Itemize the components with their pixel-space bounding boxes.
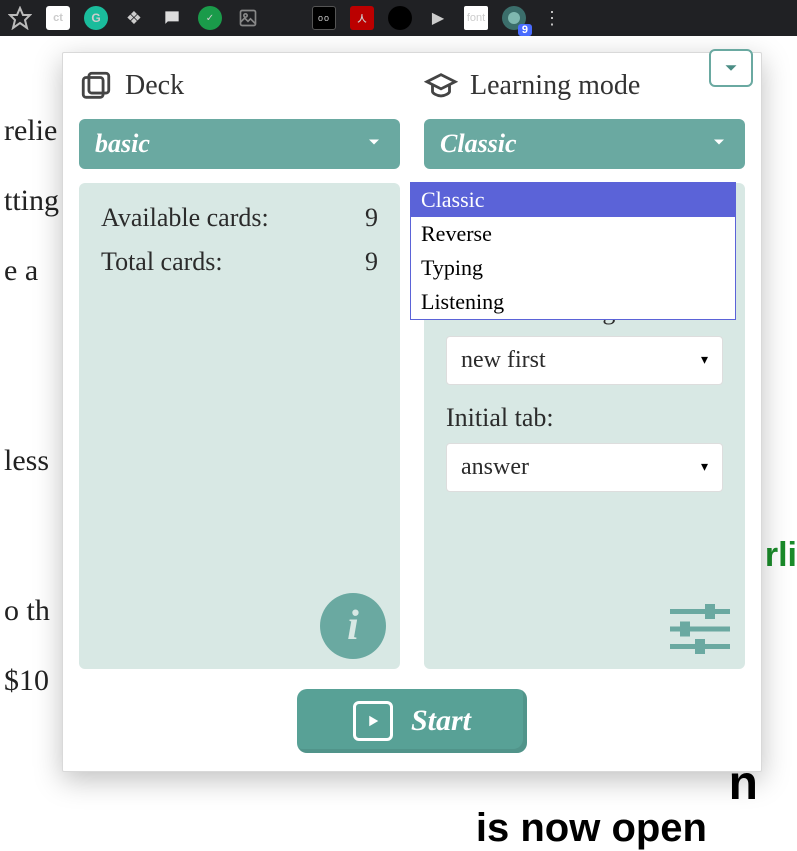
deck-title: Deck bbox=[125, 70, 184, 102]
total-cards-value: 9 bbox=[365, 247, 378, 277]
mode-option-classic[interactable]: Classic bbox=[411, 183, 735, 217]
total-cards-label: Total cards: bbox=[101, 247, 223, 277]
caret-down-icon: ▾ bbox=[701, 459, 708, 476]
settings-sliders-button[interactable] bbox=[669, 604, 731, 659]
deck-stats-panel: Available cards: 9 Total cards: 9 i bbox=[79, 183, 400, 669]
browser-toolbar: ct G ❖ ✓ oo 人 ▶ font 9 ⋮ bbox=[0, 0, 797, 36]
mode-header: Learning mode bbox=[424, 69, 745, 103]
flashcard-popup: Deck basic Available cards: 9 Total card… bbox=[62, 52, 762, 772]
mode-option-typing[interactable]: Typing bbox=[411, 251, 735, 285]
deck-icon bbox=[79, 69, 113, 103]
chevron-down-icon bbox=[364, 129, 384, 159]
mode-column: Learning mode Classic all ▾ Cards sortin… bbox=[424, 69, 745, 669]
extension-font-icon[interactable]: font bbox=[464, 6, 488, 30]
deck-dropdown[interactable]: basic bbox=[79, 119, 400, 169]
initial-tab-label: Initial tab: bbox=[446, 403, 723, 433]
star-icon[interactable] bbox=[8, 6, 32, 30]
extension-image-icon[interactable] bbox=[236, 6, 260, 30]
extension-bubble-icon[interactable] bbox=[160, 6, 184, 30]
available-cards-label: Available cards: bbox=[101, 203, 269, 233]
start-label: Start bbox=[411, 704, 471, 738]
toolbar-more-icon[interactable]: ⋮ bbox=[540, 6, 564, 30]
extension-oo-icon[interactable]: oo bbox=[312, 6, 336, 30]
sorting-select[interactable]: new first ▾ bbox=[446, 336, 723, 385]
initial-tab-value: answer bbox=[461, 454, 529, 481]
mode-dropdown[interactable]: Classic bbox=[424, 119, 745, 169]
chevron-down-icon bbox=[709, 129, 729, 159]
mode-dropdown-value: Classic bbox=[440, 129, 517, 159]
graduation-cap-icon bbox=[424, 69, 458, 103]
mode-dropdown-menu: Classic Reverse Typing Listening bbox=[410, 182, 736, 320]
extension-purple-icon[interactable]: ❖ bbox=[122, 6, 146, 30]
play-icon bbox=[353, 701, 393, 741]
extension-play-icon[interactable]: ▶ bbox=[426, 6, 450, 30]
extension-flashcard-icon[interactable]: 9 bbox=[502, 6, 526, 30]
extension-grammarly-icon[interactable]: G bbox=[84, 6, 108, 30]
available-cards-value: 9 bbox=[365, 203, 378, 233]
extension-ct-icon[interactable]: ct bbox=[46, 6, 70, 30]
extension-badge: 9 bbox=[518, 24, 532, 36]
sorting-value: new first bbox=[461, 347, 546, 374]
mode-option-listening[interactable]: Listening bbox=[411, 285, 735, 319]
initial-tab-select[interactable]: answer ▾ bbox=[446, 443, 723, 492]
mode-option-reverse[interactable]: Reverse bbox=[411, 217, 735, 251]
deck-column: Deck basic Available cards: 9 Total card… bbox=[79, 69, 400, 669]
extension-download-icon[interactable] bbox=[274, 6, 298, 30]
extension-pdf-icon[interactable]: 人 bbox=[350, 6, 374, 30]
mode-title: Learning mode bbox=[470, 70, 640, 102]
extension-dark-circle-icon[interactable] bbox=[388, 6, 412, 30]
deck-header: Deck bbox=[79, 69, 400, 103]
collapse-button[interactable] bbox=[709, 49, 753, 87]
deck-dropdown-value: basic bbox=[95, 129, 150, 159]
caret-down-icon: ▾ bbox=[701, 352, 708, 369]
start-button[interactable]: Start bbox=[297, 689, 527, 753]
info-icon: i bbox=[347, 602, 359, 650]
info-button[interactable]: i bbox=[320, 593, 386, 659]
extension-ublock-icon[interactable]: ✓ bbox=[198, 6, 222, 30]
